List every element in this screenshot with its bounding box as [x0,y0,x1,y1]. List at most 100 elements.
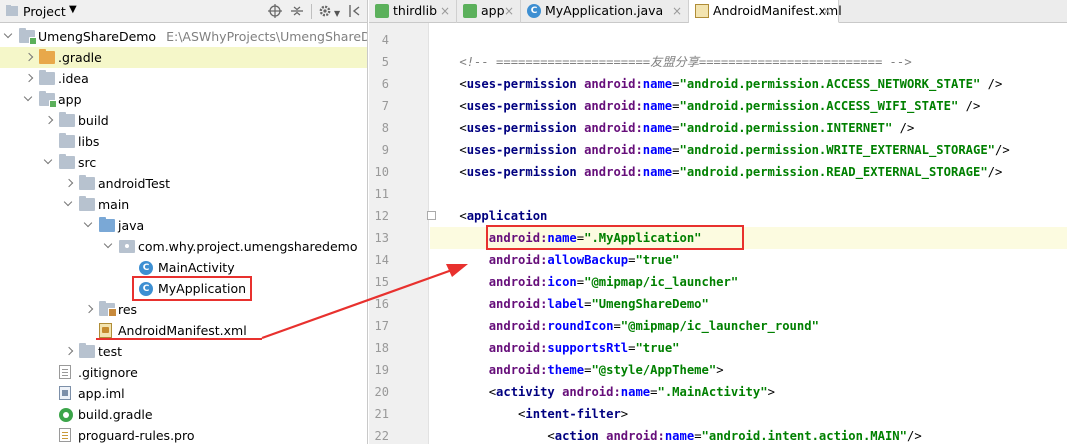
chevron-right-icon[interactable] [62,173,76,194]
code-line: android:theme="@style/AppTheme"> [430,359,724,381]
tree-item-label: UmengShareDemo E:\ASWhyProjects\UmengShar… [38,26,367,47]
code-token: android: [562,385,621,399]
tree-folder-row[interactable]: UmengShareDemo E:\ASWhyProjects\UmengShar… [0,26,367,47]
tree-item-label: .gitignore [78,365,138,380]
tree-file-row[interactable]: app.iml [0,383,367,404]
folder-icon [59,133,75,148]
chevron-down-icon[interactable] [2,26,16,47]
code-token: uses-permission [466,99,585,113]
target-icon[interactable] [268,4,282,18]
module-icon [463,4,477,18]
close-icon[interactable]: × [440,0,450,22]
chevron-down-icon[interactable] [62,194,76,215]
tree-item-label: test [98,344,123,359]
code-line: <uses-permission android:name="android.p… [430,73,1002,95]
code-token: /> [958,99,981,113]
code-token: /> [995,143,1010,157]
tree-folder-row[interactable]: .idea [0,68,367,89]
tree-folder-row[interactable]: com.why.project.umengsharedemo [0,236,367,257]
chevron-down-icon[interactable] [102,236,116,257]
line-number: 19 [374,363,389,377]
tree-folder-row[interactable]: test [0,341,367,362]
gear-icon[interactable] [318,4,332,18]
code-token: android: [606,429,665,443]
code-token: android: [488,363,548,377]
code-line: <uses-permission android:name="android.p… [430,139,1010,161]
tree-folder-row[interactable]: .gradle [0,47,367,68]
gear-dropdown-icon[interactable]: ▼ [334,6,340,22]
tree-folder-row[interactable]: main [0,194,367,215]
folder-icon [59,112,75,127]
chevron-right-icon[interactable] [22,68,36,89]
tree-folder-row[interactable]: java [0,215,367,236]
code-token: android: [488,297,548,311]
code-token: < [430,429,555,443]
code-token: activity [496,385,563,399]
code-token: "true" [635,253,680,267]
manifest-file-icon [99,323,112,338]
tab-label: app [481,3,505,18]
java-class-icon: C [527,4,541,18]
tree-item-label: app.iml [78,386,125,401]
tree-folder-row[interactable]: src [0,152,367,173]
tree-item-label: main [98,197,130,212]
code-token: uses-permission [466,143,585,157]
close-icon[interactable]: × [504,0,514,22]
folder-icon [79,175,95,190]
chevron-down-icon[interactable] [22,89,36,110]
code-token: "android.permission.ACCESS_WIFI_STATE" [679,99,959,113]
editor-tabs: thirdlib × app × C MyApplication.java × Android… [369,0,1067,23]
tree-file-row[interactable]: C MainActivity [0,257,367,278]
chevron-right-icon[interactable] [22,47,36,68]
code-line: android:supportsRtl="true" [430,337,680,359]
code-line: <intent-filter> [430,403,628,425]
editor-tab[interactable]: C MyApplication.java × [521,0,689,23]
editor-tab[interactable]: AndroidManifest.xml × [689,0,842,23]
code-line: <!-- =====================友盟分享==========… [430,51,912,73]
tree-folder-row[interactable]: res [0,299,367,320]
close-icon[interactable]: × [672,0,682,22]
code-token: application [466,209,548,223]
code-token: name [642,99,673,113]
annotation-underline [96,338,262,340]
tree-folder-row[interactable]: libs [0,131,367,152]
tree-folder-row[interactable]: build [0,110,367,131]
close-icon[interactable]: × [822,0,832,22]
code-token: name [642,121,673,135]
editor-gutter: 4 5 6 7 8 9 10 11 12 13 14 15 16 17 18 19 20 21 22 [369,23,458,444]
chevron-down-icon[interactable] [42,152,56,173]
code-token: android: [488,341,548,355]
chevron-right-icon[interactable] [82,299,96,320]
tree-file-row[interactable]: build.gradle [0,404,367,425]
line-number: 6 [381,77,389,91]
chevron-down-icon[interactable] [82,215,96,236]
code-token: name [642,165,673,179]
chevron-right-icon[interactable] [62,341,76,362]
chevron-right-icon[interactable] [42,110,56,131]
orange-folder-icon [39,49,55,64]
code-token: android: [584,77,643,91]
editor-tab[interactable]: thirdlib × [369,0,457,23]
tree-file-row[interactable]: .gitignore [0,362,367,383]
collapse-icon[interactable] [290,4,304,18]
view-dropdown-icon[interactable]: ▼ [69,4,77,15]
tree-folder-row[interactable]: app [0,89,367,110]
code-line: android:label="UmengShareDemo" [430,293,709,315]
code-token: = [672,143,680,157]
code-token: uses-permission [466,165,585,179]
tree-file-row[interactable]: proguard-rules.pro [0,425,367,444]
editor-tab[interactable]: app × [457,0,521,23]
line-number: 12 [374,209,389,223]
code-token: < [430,165,467,179]
code-token: allowBackup [547,253,629,267]
code-view[interactable]: <!-- =====================友盟分享==========… [430,23,1067,444]
code-token: <!-- =====================友盟分享==========… [459,55,912,69]
tree-folder-row[interactable]: androidTest [0,173,367,194]
code-token: < [430,121,467,135]
manifest-file-icon [695,4,709,18]
line-number: 15 [374,275,389,289]
project-view-title[interactable]: Project [23,4,66,19]
code-token: android: [584,121,643,135]
hide-icon[interactable] [348,4,362,18]
line-number: 11 [374,187,389,201]
